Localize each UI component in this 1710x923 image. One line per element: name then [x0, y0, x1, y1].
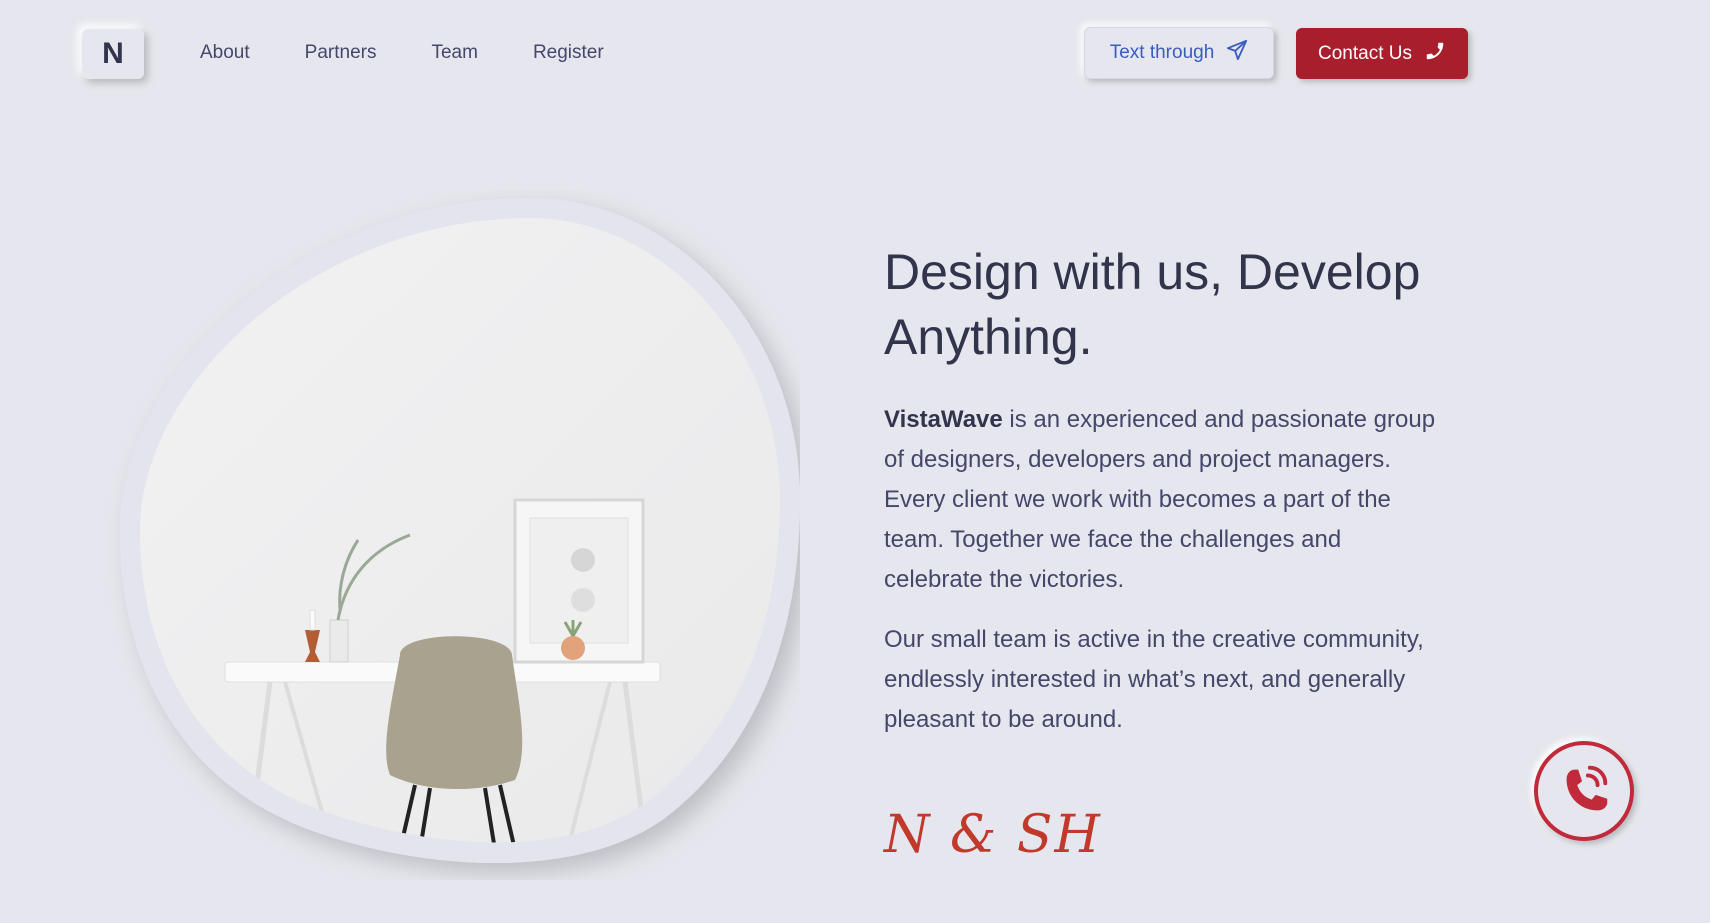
main-nav: About Partners Team Register — [200, 40, 659, 66]
logo-letter: N — [102, 37, 124, 70]
signature: N & SH — [884, 805, 1102, 865]
hero-image — [120, 198, 800, 864]
floating-call-button[interactable] — [1534, 741, 1634, 841]
hero-paragraph-1-text: is an experienced and passionate group o… — [884, 406, 1436, 593]
nav-link-team[interactable]: Team — [431, 40, 477, 66]
phone-icon — [1424, 40, 1446, 68]
hero-paragraph-1: VistaWave is an experienced and passiona… — [884, 400, 1444, 600]
hero-headline: Design with us, Develop Anything. — [884, 244, 1421, 365]
nav-link-register[interactable]: Register — [533, 40, 604, 66]
page: N About Partners Team Register Text thro… — [0, 0, 1710, 923]
brand-name: VistaWave — [884, 406, 1003, 433]
phone-volume-icon — [1553, 758, 1615, 825]
text-through-button[interactable]: Text through — [1084, 27, 1274, 79]
hero-paragraph-2: Our small team is active in the creative… — [884, 626, 1424, 733]
paper-plane-icon — [1226, 39, 1248, 67]
hero-text-block: Design with us, Develop Anything. VistaW… — [884, 240, 1444, 760]
nav-link-partners[interactable]: Partners — [305, 40, 377, 66]
logo[interactable]: N — [82, 29, 144, 79]
contact-us-button[interactable]: Contact Us — [1296, 28, 1468, 79]
nav-link-about[interactable]: About — [200, 40, 250, 66]
contact-us-label: Contact Us — [1318, 42, 1412, 64]
text-through-label: Text through — [1109, 42, 1215, 63]
hero-image-frame — [100, 190, 800, 880]
